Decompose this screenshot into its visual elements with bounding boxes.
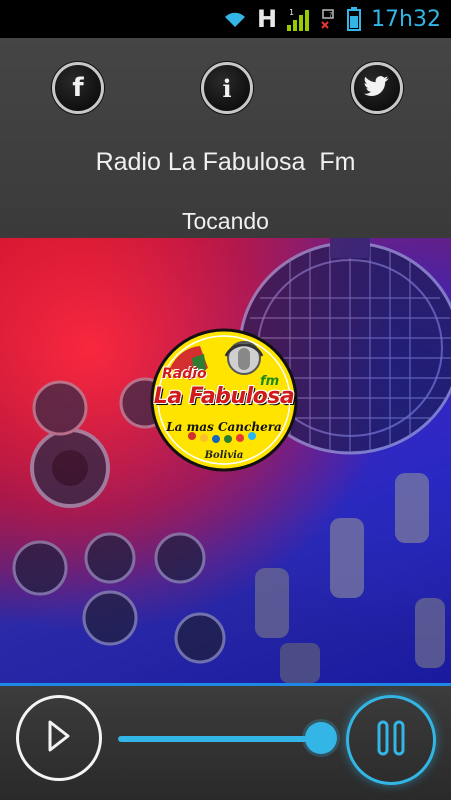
twitter-button[interactable]	[351, 62, 403, 114]
now-playing-label: Tocando	[182, 208, 269, 234]
progress-thumb[interactable]	[305, 722, 337, 754]
battery-icon	[347, 7, 362, 31]
logo-title: La Fabulosa	[153, 384, 295, 409]
svg-text:?: ?	[329, 11, 333, 19]
facebook-button[interactable]: f	[52, 62, 104, 114]
logo-radio-text: Radio	[162, 366, 207, 382]
logo-slogan: La mas Canchera	[166, 420, 282, 434]
station-name: Radio La Fabulosa Fm	[95, 148, 356, 176]
station-header: f i Radio La Fabulosa Fm Tocando	[0, 38, 451, 238]
wifi-icon	[223, 9, 247, 29]
status-bar: H 1 ? 17h32	[0, 0, 451, 38]
svg-text:1: 1	[289, 8, 294, 17]
pause-icon	[376, 720, 406, 761]
network-type: H	[256, 5, 278, 33]
facebook-icon: f	[72, 73, 84, 103]
player-controls	[0, 683, 451, 800]
album-artwork: Radio fm La Fabulosa La mas Canchera Bol…	[0, 238, 451, 683]
progress-track[interactable]	[118, 736, 328, 742]
info-icon: i	[222, 73, 232, 103]
station-logo: Radio fm La Fabulosa La mas Canchera Bol…	[150, 328, 298, 473]
clock: 17h32	[371, 6, 441, 32]
twitter-bird-icon	[364, 75, 390, 101]
pause-button[interactable]	[346, 695, 436, 785]
signal-icon: 1	[287, 7, 310, 31]
play-button[interactable]	[16, 695, 102, 781]
logo-country: Bolivia	[204, 450, 244, 461]
info-button[interactable]: i	[201, 62, 253, 114]
sim-no-signal-icon: ?	[319, 8, 337, 30]
play-icon	[46, 719, 72, 758]
